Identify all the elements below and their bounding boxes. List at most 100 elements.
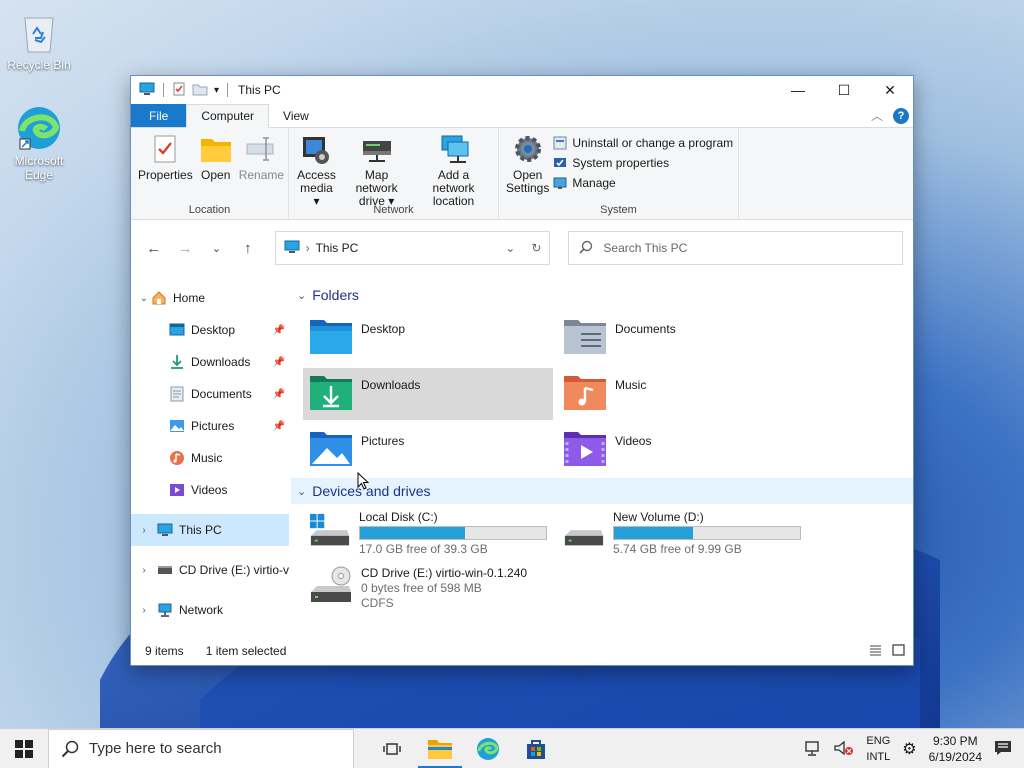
recent-locations-chevron-icon[interactable]: ⌄ [204, 235, 229, 261]
system-properties-icon [552, 155, 568, 171]
drive-c-usage-bar [359, 526, 547, 540]
task-view-button[interactable] [368, 729, 416, 768]
address-bar[interactable]: › This PC ⌄ ↻ [274, 231, 551, 265]
input-language[interactable]: ENG INTL [866, 733, 890, 765]
breadcrumb-separator-icon[interactable]: › [306, 241, 310, 255]
maximize-button[interactable]: ☐ [821, 76, 867, 104]
expanded-chevron-icon[interactable]: ⌄ [137, 293, 151, 304]
manage-icon [552, 175, 568, 191]
taskbar-search-box[interactable]: Type here to search [48, 728, 354, 768]
taskbar-edge[interactable] [464, 729, 512, 768]
pin-icon[interactable]: 📌 [273, 325, 285, 336]
search-box[interactable]: Search This PC [568, 231, 903, 265]
open-label: Open [201, 168, 231, 182]
folder-item-desktop[interactable]: Desktop [303, 312, 553, 364]
nav-music-label: Music [191, 451, 223, 465]
tab-view[interactable]: View [269, 104, 323, 127]
ribbon-tab-controls: ︿ ? [871, 107, 909, 124]
nav-item-home[interactable]: ⌄ Home [131, 282, 289, 314]
network-drive-icon [360, 132, 394, 166]
collapsed-chevron-icon[interactable]: › [137, 525, 151, 536]
new-folder-icon[interactable] [192, 82, 208, 99]
properties-large-icon [148, 132, 182, 166]
collapsed-chevron-icon[interactable]: › [137, 605, 151, 616]
folder-item-documents[interactable]: Documents [557, 312, 807, 364]
pin-icon[interactable]: 📌 [273, 389, 285, 400]
rename-icon [244, 132, 278, 166]
pictures-folder-large-icon [310, 432, 352, 466]
nav-item-pictures[interactable]: Pictures 📌 [131, 410, 289, 442]
folder-item-pictures[interactable]: Pictures [303, 424, 553, 476]
notifications-icon[interactable] [994, 740, 1012, 759]
tab-computer[interactable]: Computer [186, 104, 270, 128]
customize-toolbar-icon[interactable]: ▾ [214, 85, 219, 96]
pin-icon[interactable]: 📌 [273, 357, 285, 368]
manage-label: Manage [572, 176, 616, 190]
manage-button[interactable]: Manage [552, 175, 733, 191]
nav-item-videos[interactable]: Videos [131, 474, 289, 506]
task-view-icon [383, 742, 401, 755]
drive-e-filesystem: CDFS [361, 596, 394, 610]
uninstall-icon [552, 135, 568, 151]
content-pane: ⌄ Folders Desktop Documents Downloads Mu… [291, 282, 913, 637]
nav-item-network[interactable]: › Network [131, 594, 289, 626]
minimize-button[interactable]: — [775, 76, 821, 104]
this-pc-icon[interactable] [139, 82, 155, 99]
nav-item-music[interactable]: Music [131, 442, 289, 474]
folders-section-header[interactable]: ⌄ Folders [291, 282, 913, 308]
forward-arrow-icon[interactable]: → [172, 235, 197, 261]
nav-item-documents[interactable]: Documents 📌 [131, 378, 289, 410]
settings-gear-icon[interactable]: ⚙ [902, 739, 916, 759]
nav-item-this-pc[interactable]: › This PC [131, 514, 289, 546]
section-collapse-chevron-icon[interactable]: ⌄ [297, 485, 306, 498]
refresh-icon[interactable]: ↻ [531, 241, 541, 255]
taskbar-store[interactable] [512, 729, 560, 768]
drive-c-name: Local Disk (C:) [359, 510, 438, 524]
desktop-icon-edge[interactable]: Microsoft Edge [1, 104, 77, 182]
downloads-icon [169, 354, 185, 370]
help-icon[interactable]: ? [893, 107, 909, 124]
pin-icon[interactable]: 📌 [273, 421, 285, 432]
clock[interactable]: 9:30 PM 6/19/2024 [929, 733, 982, 765]
start-button[interactable] [0, 729, 48, 768]
collapse-ribbon-icon[interactable]: ︿ [871, 107, 883, 124]
nav-item-cd-drive[interactable]: › CD Drive (E:) virtio-v [131, 554, 289, 586]
location-group-label: Location [188, 204, 231, 216]
documents-folder-large-icon [564, 320, 606, 354]
drive-item-d[interactable]: New Volume (D:) 5.74 GB free of 9.99 GB [557, 508, 807, 564]
nav-item-desktop[interactable]: Desktop 📌 [131, 314, 289, 346]
folder-item-music[interactable]: Music [557, 368, 807, 420]
uninstall-program-button[interactable]: Uninstall or change a program [552, 135, 733, 151]
section-collapse-chevron-icon[interactable]: ⌄ [297, 289, 306, 302]
navigation-bar: ← → ⌄ ↑ › This PC ⌄ ↻ Search This PC [131, 220, 913, 276]
devices-section-header[interactable]: ⌄ Devices and drives [291, 478, 913, 504]
taskbar-file-explorer[interactable] [416, 729, 464, 768]
folder-item-videos[interactable]: Videos [557, 424, 807, 476]
nav-desktop-label: Desktop [191, 323, 236, 337]
close-button[interactable]: ✕ [867, 76, 913, 104]
back-arrow-icon[interactable]: ← [141, 235, 166, 261]
tab-file[interactable]: File [131, 104, 187, 127]
desktop-icon-recycle-bin[interactable]: Recycle Bin [1, 8, 77, 72]
up-arrow-icon[interactable]: ↑ [235, 235, 260, 261]
breadcrumb-this-pc[interactable]: This PC [316, 241, 359, 255]
drive-item-c[interactable]: Local Disk (C:) 17.0 GB free of 39.3 GB [303, 508, 553, 564]
address-dropdown-chevron-icon[interactable]: ⌄ [505, 241, 515, 255]
details-view-icon[interactable] [869, 644, 882, 659]
large-icons-view-icon[interactable] [892, 643, 905, 659]
properties-icon[interactable] [172, 82, 186, 99]
nav-item-downloads[interactable]: Downloads 📌 [131, 346, 289, 378]
collapsed-chevron-icon[interactable]: › [137, 565, 151, 576]
folder-item-downloads[interactable]: Downloads [303, 368, 553, 420]
drive-item-e[interactable]: CD Drive (E:) virtio-win-0.1.240 0 bytes… [303, 564, 553, 624]
hard-drive-icon [564, 530, 604, 546]
title-bar[interactable]: ▾ This PC — ☐ ✕ [131, 76, 913, 104]
documents-icon [169, 386, 185, 402]
volume-muted-icon[interactable] [834, 740, 854, 759]
edge-icon [15, 104, 63, 152]
ribbon-group-network: Access media ▾ Map network drive ▾ Add a… [289, 128, 499, 219]
nav-videos-label: Videos [191, 483, 228, 497]
window-controls: — ☐ ✕ [775, 76, 913, 104]
network-status-icon[interactable] [804, 740, 822, 759]
system-properties-button[interactable]: System properties [552, 155, 733, 171]
